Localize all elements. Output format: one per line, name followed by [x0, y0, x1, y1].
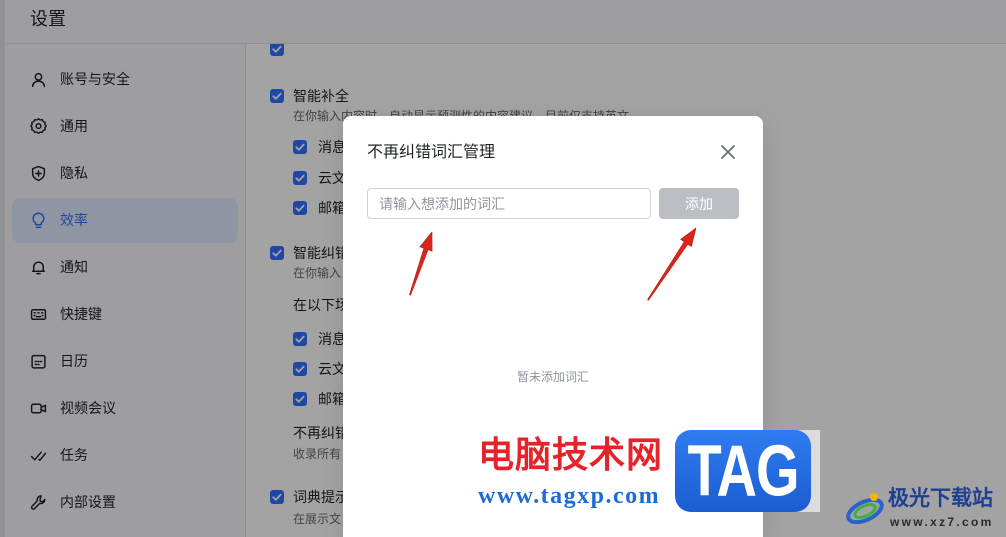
- close-icon: [721, 145, 735, 159]
- watermark-tag-logo: TAG: [675, 430, 811, 512]
- watermark-brand-url: www.xz7.com: [890, 515, 994, 529]
- watermark-logo-text: TAG: [687, 430, 799, 512]
- close-button[interactable]: [720, 144, 736, 160]
- word-input[interactable]: [367, 188, 651, 219]
- settings-window: 设置 账号与安全 通用 隐私 效率 通知 快捷键 日历 视频会议 任务 内部设置…: [0, 0, 1006, 537]
- empty-state-text: 暂未添加词汇: [516, 370, 589, 384]
- watermark-site-name: 电脑技术网: [478, 435, 664, 476]
- dialog-title: 不再纠错词汇管理: [367, 144, 496, 161]
- brand-swirl-logo-icon: [846, 493, 884, 525]
- add-button[interactable]: 添加: [659, 188, 739, 219]
- watermark-brand-name: 极光下载站: [888, 486, 993, 510]
- watermark-site-url: www.tagxp.com: [478, 483, 661, 509]
